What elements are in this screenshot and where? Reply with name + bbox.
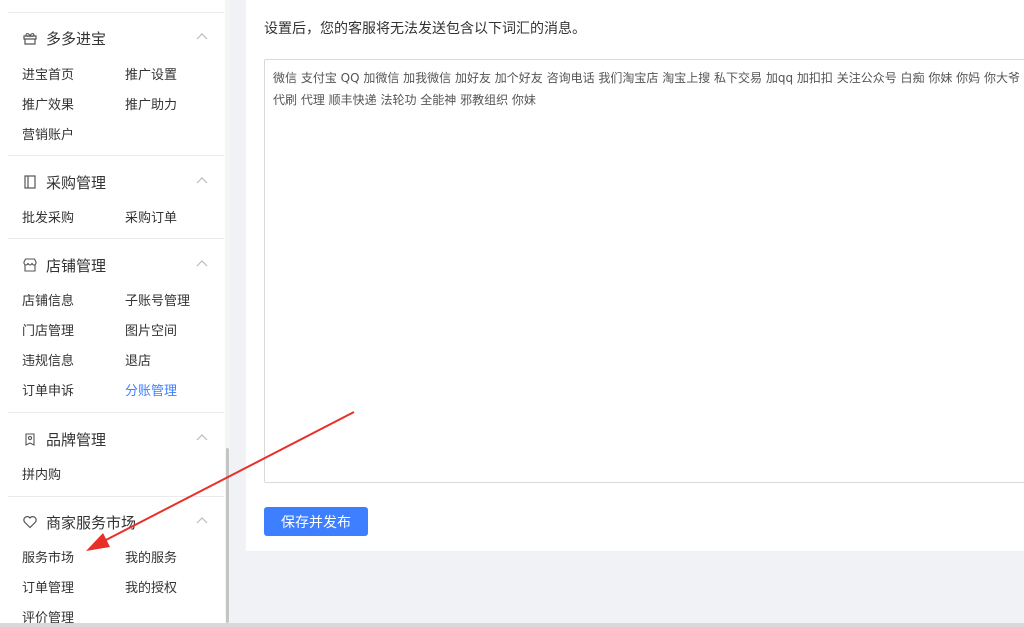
section-header[interactable]: 店铺管理 xyxy=(22,253,210,277)
store-icon xyxy=(22,257,38,273)
sidebar-item-promo-settings[interactable]: 推广设置 xyxy=(125,64,177,83)
divider xyxy=(8,412,224,413)
blocked-words-textarea[interactable]: 微信 支付宝 QQ 加微信 加我微信 加好友 加个好友 咨询电话 我们淘宝店 淘… xyxy=(264,59,1024,483)
chevron-up-icon[interactable] xyxy=(194,430,210,446)
section-title: 店铺管理 xyxy=(46,256,107,275)
main-panel: 设置后，您的客服将无法发送包含以下词汇的消息。 微信 支付宝 QQ 加微信 加我… xyxy=(246,0,1024,551)
section-title: 多多进宝 xyxy=(46,29,107,48)
sidebar-item-close-store[interactable]: 退店 xyxy=(125,350,151,369)
sidebar-item-order-appeal[interactable]: 订单申诉 xyxy=(22,380,74,399)
sidebar-item-internal-purchase[interactable]: 拼内购 xyxy=(22,464,61,483)
divider xyxy=(8,238,224,239)
sidebar-item-shop-manage[interactable]: 门店管理 xyxy=(22,320,74,339)
sidebar-scrollbar-thumb[interactable] xyxy=(226,448,229,623)
section-title: 品牌管理 xyxy=(46,430,107,449)
section-title: 采购管理 xyxy=(46,173,107,192)
divider xyxy=(8,155,224,156)
brand-tag-icon xyxy=(22,431,38,447)
chevron-up-icon[interactable] xyxy=(194,256,210,272)
sidebar-item-marketing-account[interactable]: 营销账户 xyxy=(22,124,74,143)
sidebar-item-wholesale[interactable]: 批发采购 xyxy=(22,207,74,226)
chevron-up-icon[interactable] xyxy=(194,29,210,45)
section-title: 商家服务市场 xyxy=(46,513,137,532)
sidebar: 多多进宝 进宝首页 推广设置 推广效果 推广助力 营销账户 采购管理 批发采购 … xyxy=(0,0,230,627)
bottom-edge xyxy=(0,623,1024,627)
sidebar-item-my-services[interactable]: 我的服务 xyxy=(125,547,177,566)
sidebar-item-split-accounts[interactable]: 分账管理 xyxy=(125,380,177,399)
chevron-up-icon[interactable] xyxy=(194,513,210,529)
section-header[interactable]: 商家服务市场 xyxy=(22,510,210,534)
chevron-up-icon[interactable] xyxy=(194,173,210,189)
divider xyxy=(8,12,224,13)
sidebar-item-purchase-orders[interactable]: 采购订单 xyxy=(125,207,177,226)
divider xyxy=(8,496,224,497)
sidebar-item-image-space[interactable]: 图片空间 xyxy=(125,320,177,339)
save-and-publish-button[interactable]: 保存并发布 xyxy=(264,507,368,536)
settings-hint: 设置后，您的客服将无法发送包含以下词汇的消息。 xyxy=(264,21,586,37)
sidebar-item-order-manage[interactable]: 订单管理 xyxy=(22,577,74,596)
sidebar-item-sub-accounts[interactable]: 子账号管理 xyxy=(125,290,190,309)
section-header[interactable]: 品牌管理 xyxy=(22,427,210,451)
sidebar-item-jinbao-home[interactable]: 进宝首页 xyxy=(22,64,74,83)
heart-icon xyxy=(22,514,38,530)
document-icon xyxy=(22,174,38,190)
sidebar-item-service-market[interactable]: 服务市场 xyxy=(22,547,74,566)
sidebar-item-promo-effect[interactable]: 推广效果 xyxy=(22,94,74,113)
sidebar-item-store-info[interactable]: 店铺信息 xyxy=(22,290,74,309)
sidebar-item-my-authorization[interactable]: 我的授权 xyxy=(125,577,177,596)
sidebar-item-violations[interactable]: 违规信息 xyxy=(22,350,74,369)
section-header[interactable]: 采购管理 xyxy=(22,170,210,194)
sidebar-item-promo-boost[interactable]: 推广助力 xyxy=(125,94,177,113)
gift-icon xyxy=(22,30,38,46)
section-header[interactable]: 多多进宝 xyxy=(22,26,210,50)
